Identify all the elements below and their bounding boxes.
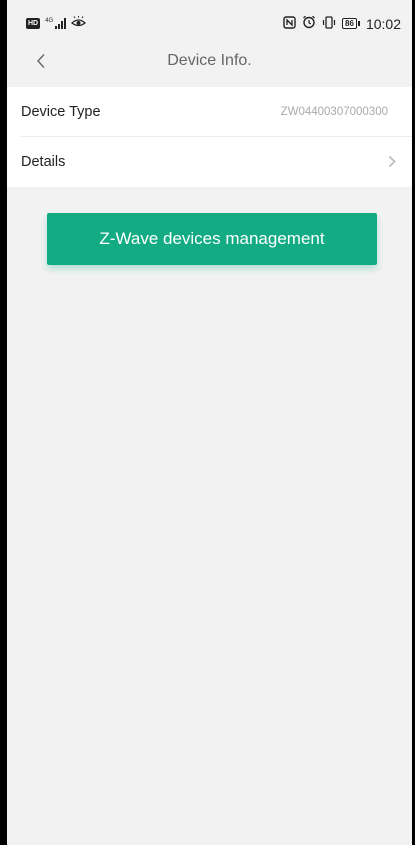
device-type-value: ZW04400307000300 bbox=[280, 106, 388, 118]
nfc-icon bbox=[283, 15, 296, 32]
status-time: 10:02 bbox=[365, 15, 401, 32]
status-bar-right: 86 10:02 bbox=[283, 15, 401, 32]
zwave-management-button[interactable]: Z-Wave devices management bbox=[47, 213, 377, 265]
chevron-right-icon bbox=[388, 155, 396, 168]
network-type-label: 4G bbox=[45, 18, 54, 24]
screen: HD 4G 86 10:02 Device Info. Device Type … bbox=[7, 0, 412, 845]
device-type-row: Device Type ZW04400307000300 bbox=[7, 87, 412, 137]
vibrate-icon bbox=[322, 15, 336, 32]
status-bar-left: HD 4G bbox=[26, 16, 87, 31]
alarm-icon bbox=[302, 15, 316, 32]
hd-badge: HD bbox=[26, 18, 41, 29]
battery-icon: 86 bbox=[342, 18, 360, 29]
status-bar: HD 4G 86 10:02 bbox=[7, 0, 412, 40]
eye-comfort-icon bbox=[71, 16, 87, 31]
details-label: Details bbox=[21, 154, 66, 170]
device-info-list: Device Type ZW04400307000300 Details bbox=[7, 87, 412, 187]
details-row[interactable]: Details bbox=[7, 137, 412, 187]
page-title: Device Info. bbox=[167, 52, 252, 69]
device-type-label: Device Type bbox=[21, 104, 101, 120]
signal-icon: 4G bbox=[45, 18, 67, 29]
battery-level: 86 bbox=[342, 18, 357, 29]
header: Device Info. bbox=[7, 40, 412, 85]
